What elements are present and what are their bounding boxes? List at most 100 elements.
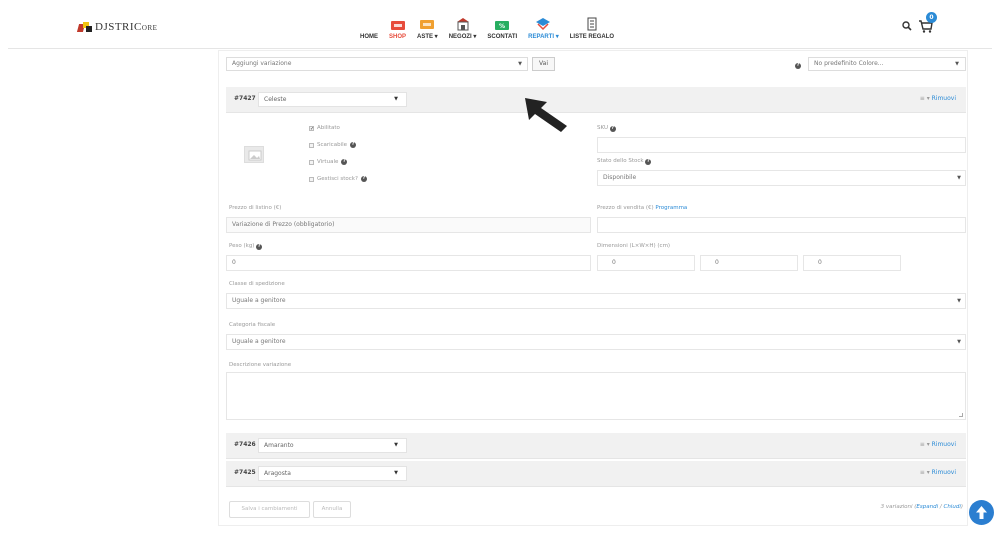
gift-list-icon	[587, 17, 597, 31]
width-input[interactable]: 0	[700, 255, 798, 271]
virtual-label: Virtuale	[317, 159, 339, 165]
site-logo[interactable]: DJSTRICORE	[76, 21, 158, 33]
dimensions-label: Dimensioni (L×W×H) (cm)	[597, 243, 671, 249]
help-icon: ?	[341, 159, 348, 165]
variation-header-7426[interactable]: #7426 Amaranto ▼ ≡ ▾ Rimuovi	[226, 433, 966, 459]
cart-count-badge: 0	[926, 12, 937, 23]
stock-status-label: Stato dello Stock ?	[597, 158, 652, 165]
cancel-button[interactable]: Annulla	[313, 501, 351, 518]
nav-home[interactable]: HOME	[360, 18, 378, 40]
variation-color-value: Amaranto	[264, 442, 294, 449]
drag-handle-icon[interactable]: ≡	[920, 441, 925, 448]
close-link[interactable]: Chiudi	[943, 504, 960, 510]
discount-icon: %	[495, 21, 510, 30]
image-icon	[248, 150, 262, 161]
toggle-icon[interactable]: ▾	[927, 469, 930, 476]
variation-header-7425[interactable]: #7425 Aragosta ▼ ≡ ▾ Rimuovi	[226, 461, 966, 487]
toggle-icon[interactable]: ▾	[927, 441, 930, 448]
nav-reparti[interactable]: REPARTI ▾	[528, 17, 559, 40]
width-value: 0	[715, 259, 719, 266]
sale-price-input[interactable]	[597, 217, 966, 233]
drag-handle-icon[interactable]: ≡	[920, 469, 925, 476]
tax-class-value: Uguale a genitore	[232, 338, 286, 345]
downloadable-checkbox[interactable]: Scaricabile ?	[309, 142, 357, 148]
variation-actions: ≡ ▾ Rimuovi	[920, 95, 956, 102]
manage-stock-checkbox[interactable]: Gestisci stock? ?	[309, 176, 367, 182]
length-input[interactable]: 0	[597, 255, 695, 271]
schedule-link[interactable]: Programma	[655, 205, 687, 211]
variation-actions: ≡ ▾ Rimuovi	[920, 469, 956, 476]
regular-price-input[interactable]: Variazione di Prezzo (obbligatorio)	[226, 217, 591, 233]
save-changes-button[interactable]: Salva i cambiamenti	[229, 501, 310, 518]
variations-count: 3 variazioni (Espandi / Chiudi)	[880, 504, 963, 510]
svg-text:%: %	[499, 23, 505, 30]
sku-input[interactable]	[597, 137, 966, 153]
logo-mark-icon	[76, 22, 92, 32]
departments-icon	[536, 18, 551, 31]
weight-input[interactable]: 0	[226, 255, 591, 271]
store-icon	[456, 18, 469, 31]
weight-label: Peso (kg) ?	[229, 243, 263, 250]
nav-scontati[interactable]: % SCONTATI	[487, 18, 517, 40]
toggle-icon[interactable]: ▾	[927, 95, 930, 102]
help-icon: ?	[350, 142, 357, 148]
logo-text: DJSTRICORE	[95, 21, 158, 33]
variation-color-select[interactable]: Aragosta ▼	[258, 466, 407, 481]
weight-value: 0	[232, 259, 236, 266]
sale-price-label: Prezzo di vendita (€) Programma	[597, 205, 688, 211]
variation-image-placeholder[interactable]	[244, 146, 264, 163]
stock-status-select[interactable]: Disponibile ▼	[597, 170, 966, 186]
site-header: DJSTRICORE HOME SHOP ASTE ▾ NEGOZI ▾ % S…	[0, 0, 1000, 48]
resize-handle-icon[interactable]	[959, 413, 963, 417]
search-icon[interactable]	[902, 21, 912, 31]
nav-shop[interactable]: SHOP	[389, 18, 406, 40]
pointer-arrow-icon	[525, 98, 567, 132]
shipping-class-value: Uguale a genitore	[232, 297, 286, 304]
chevron-down-icon: ▼	[957, 298, 961, 304]
main-nav: HOME SHOP ASTE ▾ NEGOZI ▾ % SCONTATI REP…	[360, 6, 625, 40]
tax-class-select[interactable]: Uguale a genitore ▼	[226, 334, 966, 350]
variation-color-value: Celeste	[264, 96, 287, 103]
nav-aste[interactable]: ASTE ▾	[417, 17, 438, 40]
chevron-down-icon: ▼	[394, 470, 398, 476]
checkbox-icon	[309, 159, 314, 165]
height-input[interactable]: 0	[803, 255, 901, 271]
remove-variation-link[interactable]: Rimuovi	[932, 441, 956, 448]
help-icon: ?	[256, 244, 263, 250]
help-icon: ?	[360, 176, 367, 182]
vai-button[interactable]: Vai	[532, 57, 555, 71]
stock-status-value: Disponibile	[603, 174, 637, 181]
variation-actions: ≡ ▾ Rimuovi	[920, 441, 956, 448]
description-textarea[interactable]	[226, 372, 966, 420]
shop-badge-icon	[390, 21, 405, 30]
scroll-top-button[interactable]	[969, 500, 994, 525]
chevron-down-icon: ▼	[957, 339, 961, 345]
sku-label: SKU ?	[597, 125, 616, 132]
chevron-down-icon: ▼	[957, 175, 961, 181]
add-variation-label: Aggiungi variazione	[232, 60, 292, 67]
regular-price-label: Prezzo di listino (€)	[229, 205, 282, 211]
help-icon: ?	[645, 159, 652, 165]
nav-liste-regalo[interactable]: LISTE REGALO	[570, 17, 614, 40]
variation-color-select[interactable]: Amaranto ▼	[258, 438, 407, 453]
default-color-label: No predefinito Colore...	[814, 60, 884, 67]
virtual-checkbox[interactable]: Virtuale ?	[309, 159, 348, 165]
variation-color-value: Aragosta	[264, 470, 291, 477]
add-variation-select[interactable]: Aggiungi variazione ▼	[226, 57, 528, 71]
regular-price-placeholder: Variazione di Prezzo (obbligatorio)	[232, 221, 335, 228]
default-color-select[interactable]: No predefinito Colore... ▼	[808, 57, 966, 71]
remove-variation-link[interactable]: Rimuovi	[932, 469, 956, 476]
manage-stock-label: Gestisci stock?	[317, 176, 358, 182]
length-value: 0	[612, 259, 616, 266]
drag-handle-icon[interactable]: ≡	[920, 95, 925, 102]
enabled-checkbox[interactable]: ✓ Abilitato	[309, 125, 340, 131]
chevron-down-icon: ▼	[394, 96, 398, 102]
expand-link[interactable]: Espandi	[916, 504, 938, 510]
variation-color-select[interactable]: Celeste ▼	[258, 92, 407, 107]
checkbox-checked-icon: ✓	[309, 125, 315, 132]
remove-variation-link[interactable]: Rimuovi	[932, 95, 956, 102]
nav-negozi[interactable]: NEGOZI ▾	[449, 17, 476, 40]
shipping-class-label: Classe di spedizione	[229, 281, 285, 287]
shipping-class-select[interactable]: Uguale a genitore ▼	[226, 293, 966, 309]
variation-header-7427[interactable]: #7427 Celeste ▼ ≡ ▾ Rimuovi	[226, 87, 966, 113]
